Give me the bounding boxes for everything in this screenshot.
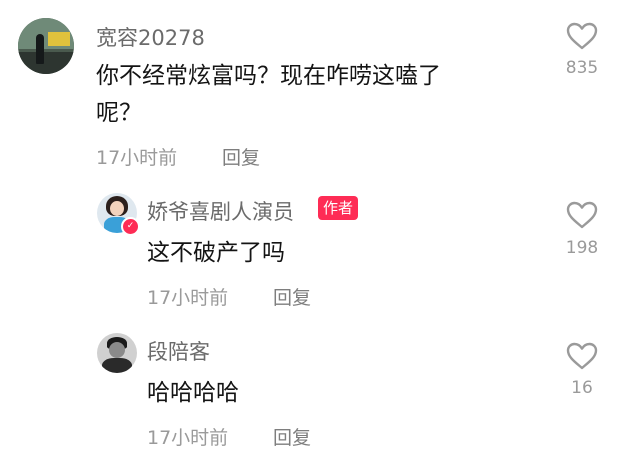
heart-icon[interactable] (565, 200, 599, 230)
like-count: 198 (565, 238, 599, 258)
comment-username[interactable]: 娇爷喜剧人演员 (147, 196, 294, 226)
heart-icon[interactable] (565, 21, 599, 51)
comment-text: 这不破产了吗 (147, 240, 285, 266)
avatar-face (109, 342, 125, 358)
author-badge: 作者 (318, 196, 359, 220)
avatar-sign (48, 32, 70, 46)
like-count: 16 (571, 378, 593, 398)
avatar[interactable] (18, 18, 74, 74)
avatar-face (110, 201, 124, 216)
comment-text-line: 呢？ (96, 100, 142, 126)
comment-timestamp: 17小时前 (147, 427, 229, 449)
comment-text: 哈哈哈哈 (147, 380, 239, 406)
reply-button[interactable]: 回复 (273, 423, 311, 450)
avatar[interactable]: ✓ (97, 193, 140, 236)
avatar[interactable] (97, 333, 137, 373)
reply-button[interactable]: 回复 (273, 283, 311, 310)
comment-timestamp: 17小时前 (147, 287, 229, 309)
comment-timestamp: 17小时前 (96, 147, 178, 169)
heart-icon[interactable] (565, 341, 599, 371)
avatar-person (36, 34, 44, 64)
like-count: 835 (565, 58, 599, 78)
verified-badge-icon: ✓ (121, 217, 140, 236)
comment-text-line: 你不经常炫富吗？现在咋唠这嗑了 (96, 63, 441, 89)
avatar-body (102, 358, 132, 373)
comment-username[interactable]: 段陪客 (147, 336, 210, 366)
comment-username[interactable]: 宽容20278 (96, 22, 205, 52)
avatar-ground (18, 51, 74, 74)
reply-button[interactable]: 回复 (222, 143, 260, 170)
